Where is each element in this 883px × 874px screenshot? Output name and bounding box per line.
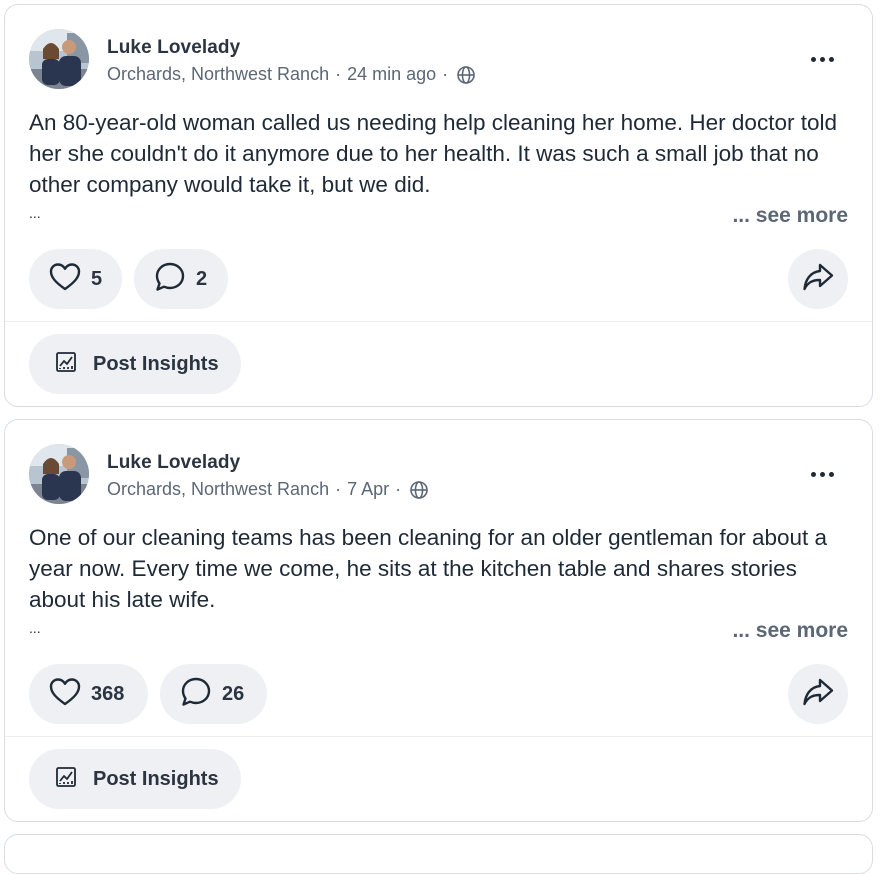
post-meta: Orchards, Northwest Ranch · 24 min ago ·: [107, 64, 476, 85]
avatar-photo: [29, 29, 89, 89]
comment-count: 26: [222, 682, 245, 705]
comment-bubble-icon: [180, 676, 212, 713]
post-insights-button[interactable]: Post Insights: [29, 334, 241, 394]
truncation-ellipsis: ...: [29, 620, 41, 636]
divider: [5, 736, 872, 737]
more-horizontal-icon: [810, 56, 816, 62]
post-header: Luke Lovelady Orchards, Northwest Ranch …: [29, 444, 848, 506]
post-card: Luke Lovelady Orchards, Northwest Ranch …: [4, 419, 873, 822]
comment-bubble-icon: [154, 261, 186, 298]
post-insights-label: Post Insights: [93, 767, 219, 790]
globe-icon: [456, 65, 476, 85]
author-name[interactable]: Luke Lovelady: [107, 452, 240, 474]
heart-icon: [49, 262, 81, 297]
more-dot: [819, 471, 825, 477]
meta-separator: ·: [395, 479, 402, 499]
avatar[interactable]: [29, 444, 89, 504]
comment-button[interactable]: 26: [160, 664, 267, 724]
post-card: [4, 834, 873, 874]
share-arrow-icon: [802, 677, 834, 712]
post-location[interactable]: Orchards, Northwest Ranch: [107, 64, 329, 85]
globe-icon: [409, 480, 429, 500]
post-body: An 80-year-old woman called us needing h…: [29, 110, 837, 197]
meta-separator: ·: [442, 64, 449, 84]
post-insights-label: Post Insights: [93, 352, 219, 375]
post-meta: Orchards, Northwest Ranch · 7 Apr ·: [107, 479, 429, 500]
more-dot: [828, 56, 834, 62]
post-time[interactable]: 24 min ago: [347, 64, 436, 85]
meta-separator: ·: [335, 479, 342, 499]
truncation-ellipsis: ...: [29, 205, 41, 221]
like-count: 5: [91, 267, 103, 290]
share-button[interactable]: [788, 664, 848, 724]
post-feed: Luke Lovelady Orchards, Northwest Ranch …: [0, 0, 883, 874]
see-more-link[interactable]: ... see more: [732, 619, 848, 643]
avatar[interactable]: [29, 29, 89, 89]
share-arrow-icon: [802, 262, 834, 297]
meta-separator: ·: [335, 64, 342, 84]
like-button[interactable]: 5: [29, 249, 122, 309]
post-insights-button[interactable]: Post Insights: [29, 749, 241, 809]
more-dot: [828, 471, 834, 477]
post-body: One of our cleaning teams has been clean…: [29, 525, 828, 612]
chart-icon: [55, 351, 77, 378]
like-count: 368: [91, 682, 125, 705]
comment-count: 2: [196, 267, 208, 290]
author-name[interactable]: Luke Lovelady: [107, 37, 240, 59]
like-button[interactable]: 368: [29, 664, 148, 724]
more-horizontal-icon: [810, 471, 816, 477]
post-location[interactable]: Orchards, Northwest Ranch: [107, 479, 329, 500]
post-header: Luke Lovelady Orchards, Northwest Ranch …: [29, 29, 848, 91]
post-time[interactable]: 7 Apr: [347, 479, 389, 500]
post-card: Luke Lovelady Orchards, Northwest Ranch …: [4, 4, 873, 407]
chart-icon: [55, 766, 77, 793]
more-options-button[interactable]: [804, 462, 840, 486]
more-options-button[interactable]: [804, 47, 840, 71]
heart-icon: [49, 677, 81, 712]
see-more-link[interactable]: ... see more: [732, 204, 848, 228]
more-dot: [819, 56, 825, 62]
share-button[interactable]: [788, 249, 848, 309]
comment-button[interactable]: 2: [134, 249, 228, 309]
divider: [5, 321, 872, 322]
avatar-photo: [29, 444, 89, 504]
